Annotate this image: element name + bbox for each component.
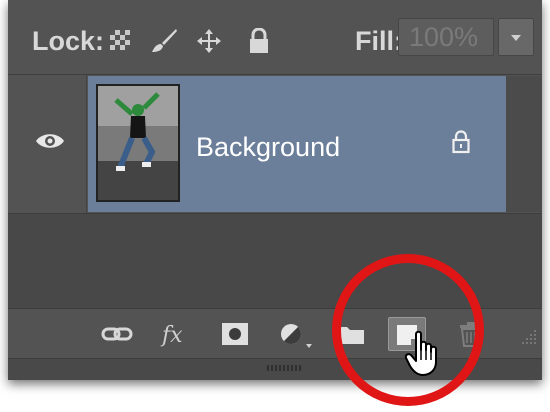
visibility-column[interactable]: [8, 75, 87, 213]
corner-resize-icon[interactable]: [516, 326, 538, 348]
layer-selected-area[interactable]: Background: [88, 76, 506, 212]
layer-thumbnail[interactable]: [96, 84, 180, 202]
eye-icon[interactable]: [34, 130, 66, 152]
lock-label: Lock:: [32, 26, 105, 56]
fx-icon[interactable]: fx: [156, 317, 194, 351]
lock-image-pixels-icon[interactable]: [150, 28, 177, 54]
hand-cursor-icon: [404, 330, 444, 378]
chevron-down-icon: [511, 35, 521, 41]
fill-value: 100%: [409, 22, 479, 52]
lock-all-icon[interactable]: [248, 28, 274, 54]
fill-input[interactable]: 100%: [398, 18, 494, 56]
layer-lock-icon[interactable]: [450, 130, 472, 154]
layer-mask-icon[interactable]: [216, 317, 254, 351]
layer-row[interactable]: Background: [8, 75, 542, 213]
fx-label: fx: [160, 323, 183, 348]
link-layers-icon[interactable]: [98, 317, 136, 351]
lock-position-icon[interactable]: [196, 28, 222, 54]
lock-transparent-pixels-icon[interactable]: [108, 28, 134, 54]
layer-name[interactable]: Background: [196, 132, 340, 163]
adjustment-layer-icon[interactable]: [274, 317, 312, 351]
fill-label: Fill:: [355, 26, 403, 56]
lock-bar: Lock: Fill: 100%: [8, 0, 542, 75]
panel-scroll-strip[interactable]: [506, 76, 542, 212]
resize-grip-icon[interactable]: [266, 363, 304, 373]
fill-dropdown-button[interactable]: [498, 18, 534, 56]
